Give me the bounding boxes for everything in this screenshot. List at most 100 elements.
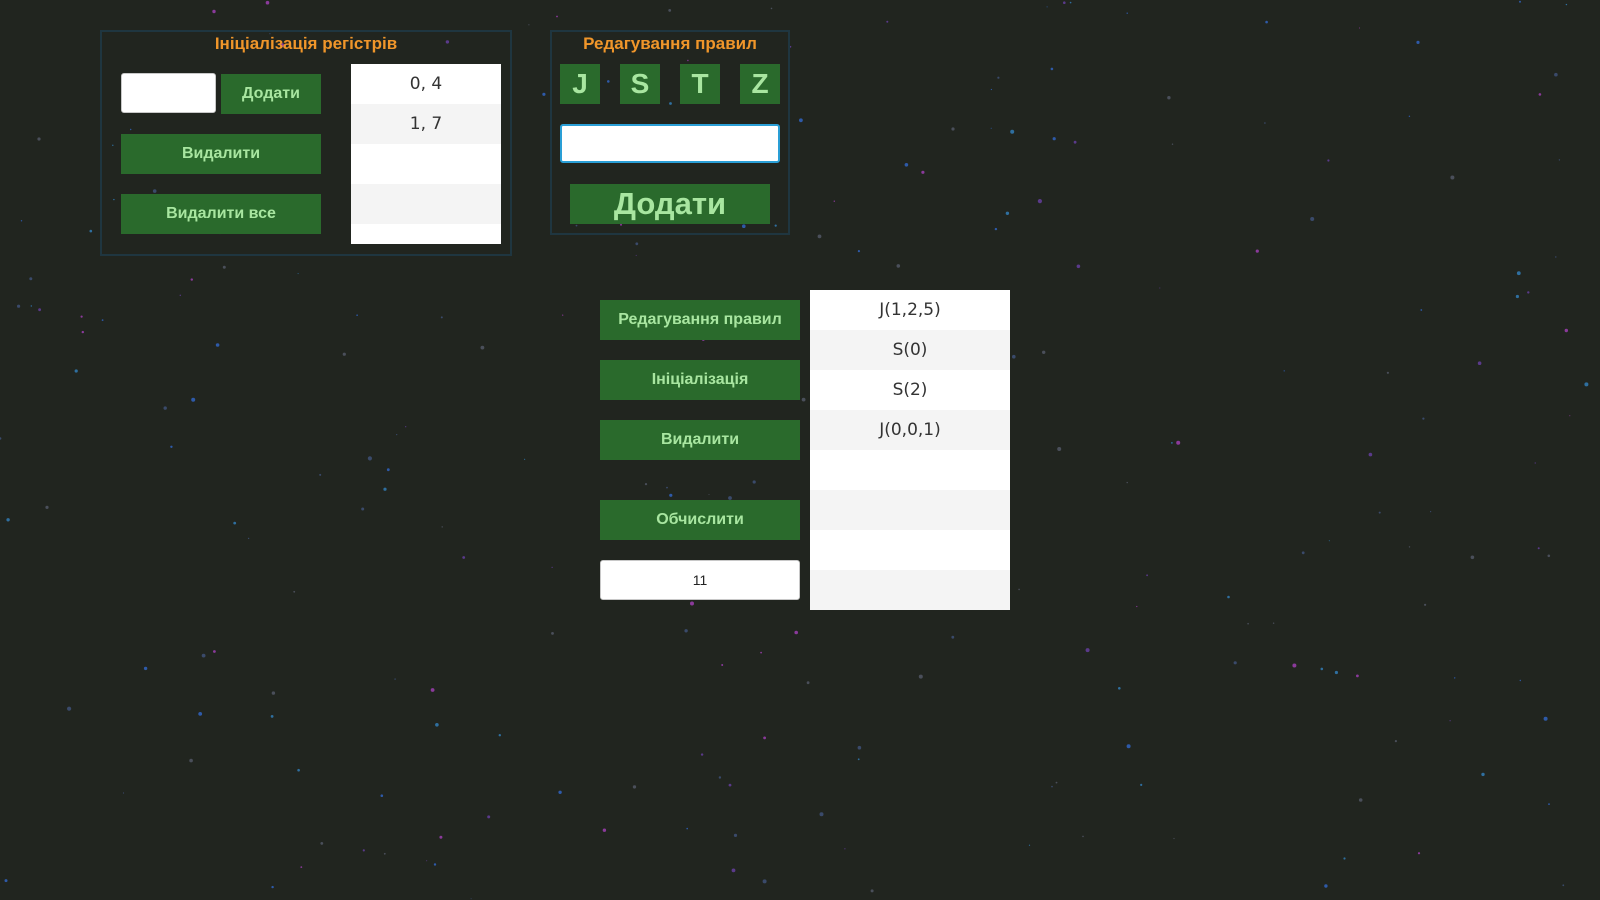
star	[921, 170, 925, 174]
star	[1527, 291, 1530, 294]
register-input[interactable]	[121, 73, 216, 113]
star	[74, 369, 78, 373]
star	[817, 234, 822, 239]
list-item[interactable]	[810, 490, 1010, 530]
star	[524, 458, 526, 460]
star	[904, 163, 909, 167]
star	[433, 863, 437, 866]
star	[760, 651, 762, 654]
star	[721, 664, 724, 666]
register-delete-button[interactable]: Видалити	[121, 134, 321, 174]
star	[799, 118, 803, 123]
star	[1073, 140, 1077, 144]
star	[1450, 175, 1455, 180]
star	[1378, 511, 1381, 514]
star	[1417, 852, 1421, 855]
star	[733, 833, 738, 838]
star	[342, 352, 346, 356]
init-button[interactable]: Ініціалізація	[600, 360, 800, 400]
list-item[interactable]: J(1,2,5)	[810, 290, 1010, 330]
star	[1534, 462, 1536, 464]
star	[1569, 415, 1571, 417]
star	[1430, 511, 1432, 513]
rule-letter-j-button[interactable]: J	[560, 64, 600, 104]
star	[480, 345, 485, 350]
star	[1394, 740, 1397, 743]
star	[1554, 72, 1558, 77]
register-add-button[interactable]: Додати	[221, 74, 321, 114]
star	[1010, 129, 1015, 134]
register-delete-all-button[interactable]: Видалити все	[121, 194, 321, 234]
list-item[interactable]: S(2)	[810, 370, 1010, 410]
star	[1558, 159, 1561, 161]
star	[320, 842, 324, 845]
star	[30, 305, 32, 307]
star	[1118, 687, 1121, 690]
list-item[interactable]: J(0,0,1)	[810, 410, 1010, 450]
star	[951, 635, 955, 639]
list-item[interactable]: S(0)	[810, 330, 1010, 370]
list-item[interactable]	[810, 530, 1010, 570]
rule-letter-s-button[interactable]: S	[620, 64, 660, 104]
star	[644, 483, 648, 486]
rule-add-button[interactable]: Додати	[570, 184, 770, 224]
star	[1422, 417, 1425, 420]
list-item[interactable]	[351, 224, 501, 244]
rule-input[interactable]	[560, 124, 780, 163]
list-item[interactable]	[351, 184, 501, 224]
star	[1171, 442, 1173, 444]
star	[1051, 785, 1053, 788]
star	[763, 736, 766, 740]
star	[1055, 781, 1058, 784]
star	[1005, 211, 1010, 215]
star	[367, 456, 372, 461]
star	[356, 314, 358, 317]
star	[551, 566, 553, 569]
star	[1227, 595, 1230, 599]
star	[271, 691, 276, 695]
star	[1548, 803, 1550, 805]
list-item[interactable]	[810, 450, 1010, 490]
star	[1538, 93, 1542, 96]
star	[0, 437, 2, 440]
star	[189, 758, 193, 763]
star	[247, 537, 250, 540]
star	[1358, 798, 1363, 802]
delete-rule-button[interactable]: Видалити	[600, 420, 800, 460]
compute-button[interactable]: Обчислити	[600, 500, 800, 540]
list-item[interactable]	[351, 144, 501, 184]
star	[394, 678, 396, 680]
star	[6, 518, 10, 522]
star	[67, 706, 72, 711]
star	[1454, 677, 1456, 679]
star	[1301, 551, 1305, 555]
star	[951, 127, 955, 131]
star	[1085, 648, 1090, 653]
star	[4, 879, 8, 883]
star	[300, 866, 303, 868]
star	[1555, 256, 1557, 258]
rule-letter-t-button[interactable]: T	[680, 64, 720, 104]
star	[708, 494, 710, 495]
star	[1247, 622, 1249, 625]
list-item[interactable]: 0, 4	[351, 64, 501, 104]
star	[297, 273, 299, 275]
star	[1052, 137, 1056, 141]
star	[45, 505, 49, 509]
edit-rules-button[interactable]: Редагування правил	[600, 300, 800, 340]
program-list[interactable]: J(1,2,5) S(0) S(2) J(0,0,1)	[810, 290, 1010, 610]
star	[1386, 371, 1389, 374]
list-item[interactable]: 1, 7	[351, 104, 501, 144]
list-item[interactable]	[810, 570, 1010, 610]
star	[1159, 287, 1161, 289]
star	[1265, 20, 1268, 24]
star	[990, 127, 992, 129]
star	[918, 674, 923, 679]
star	[806, 681, 810, 685]
star	[380, 794, 384, 797]
rule-letter-z-button[interactable]: Z	[740, 64, 780, 104]
star	[1069, 1, 1072, 4]
register-list[interactable]: 0, 4 1, 7	[351, 64, 501, 244]
star	[215, 343, 220, 347]
result-field[interactable]: 11	[600, 560, 800, 600]
